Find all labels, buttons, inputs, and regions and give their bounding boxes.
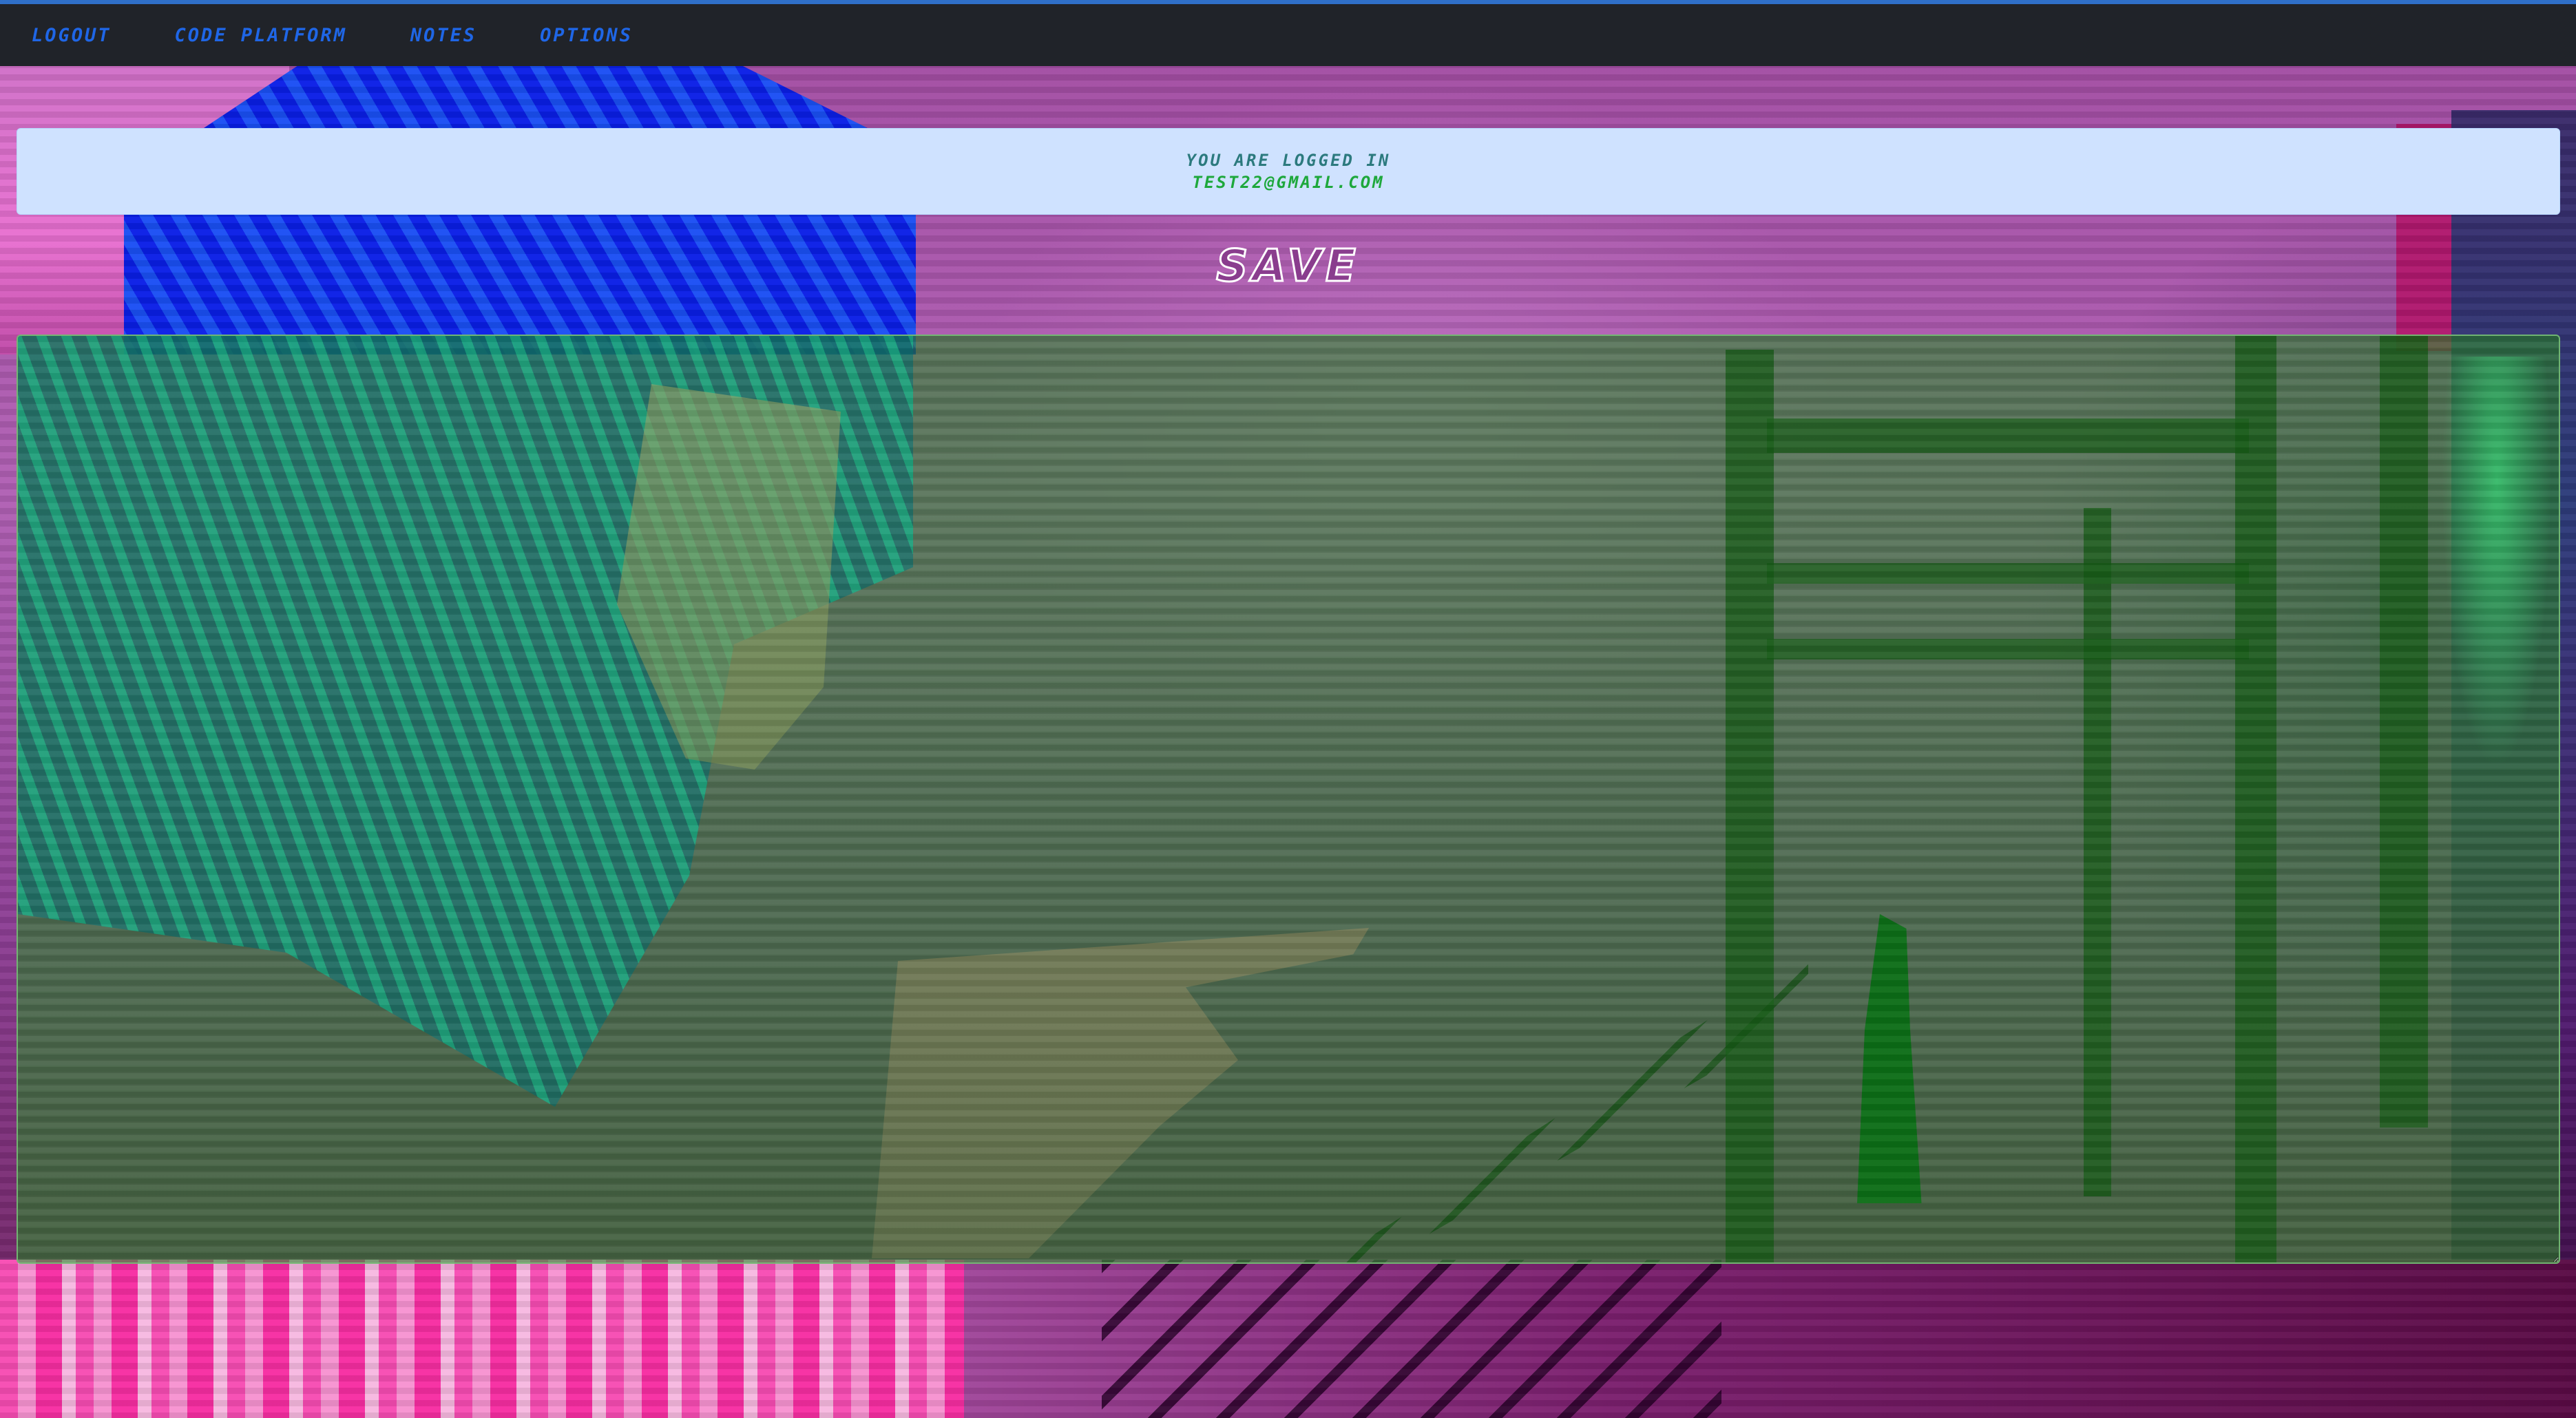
login-status-text: YOU ARE LOGGED IN	[1186, 151, 1391, 170]
nav-logout-link[interactable]: LOGOUT	[32, 25, 112, 46]
notes-textarea[interactable]	[18, 336, 2559, 1262]
login-email-text: TEST22@GMAIL.COM	[1192, 173, 1385, 192]
nav-notes-link[interactable]: NOTES	[410, 25, 477, 46]
nav-options-link[interactable]: OPTIONS	[540, 25, 633, 46]
page-title: SAVE	[1215, 240, 1360, 293]
login-status-alert: YOU ARE LOGGED IN TEST22@GMAIL.COM	[17, 128, 2560, 215]
nav-code-platform-link[interactable]: CODE PLATFORM	[175, 25, 347, 46]
notes-editor-panel	[17, 335, 2560, 1264]
top-navbar: LOGOUT CODE PLATFORM NOTES OPTIONS	[0, 4, 2576, 66]
